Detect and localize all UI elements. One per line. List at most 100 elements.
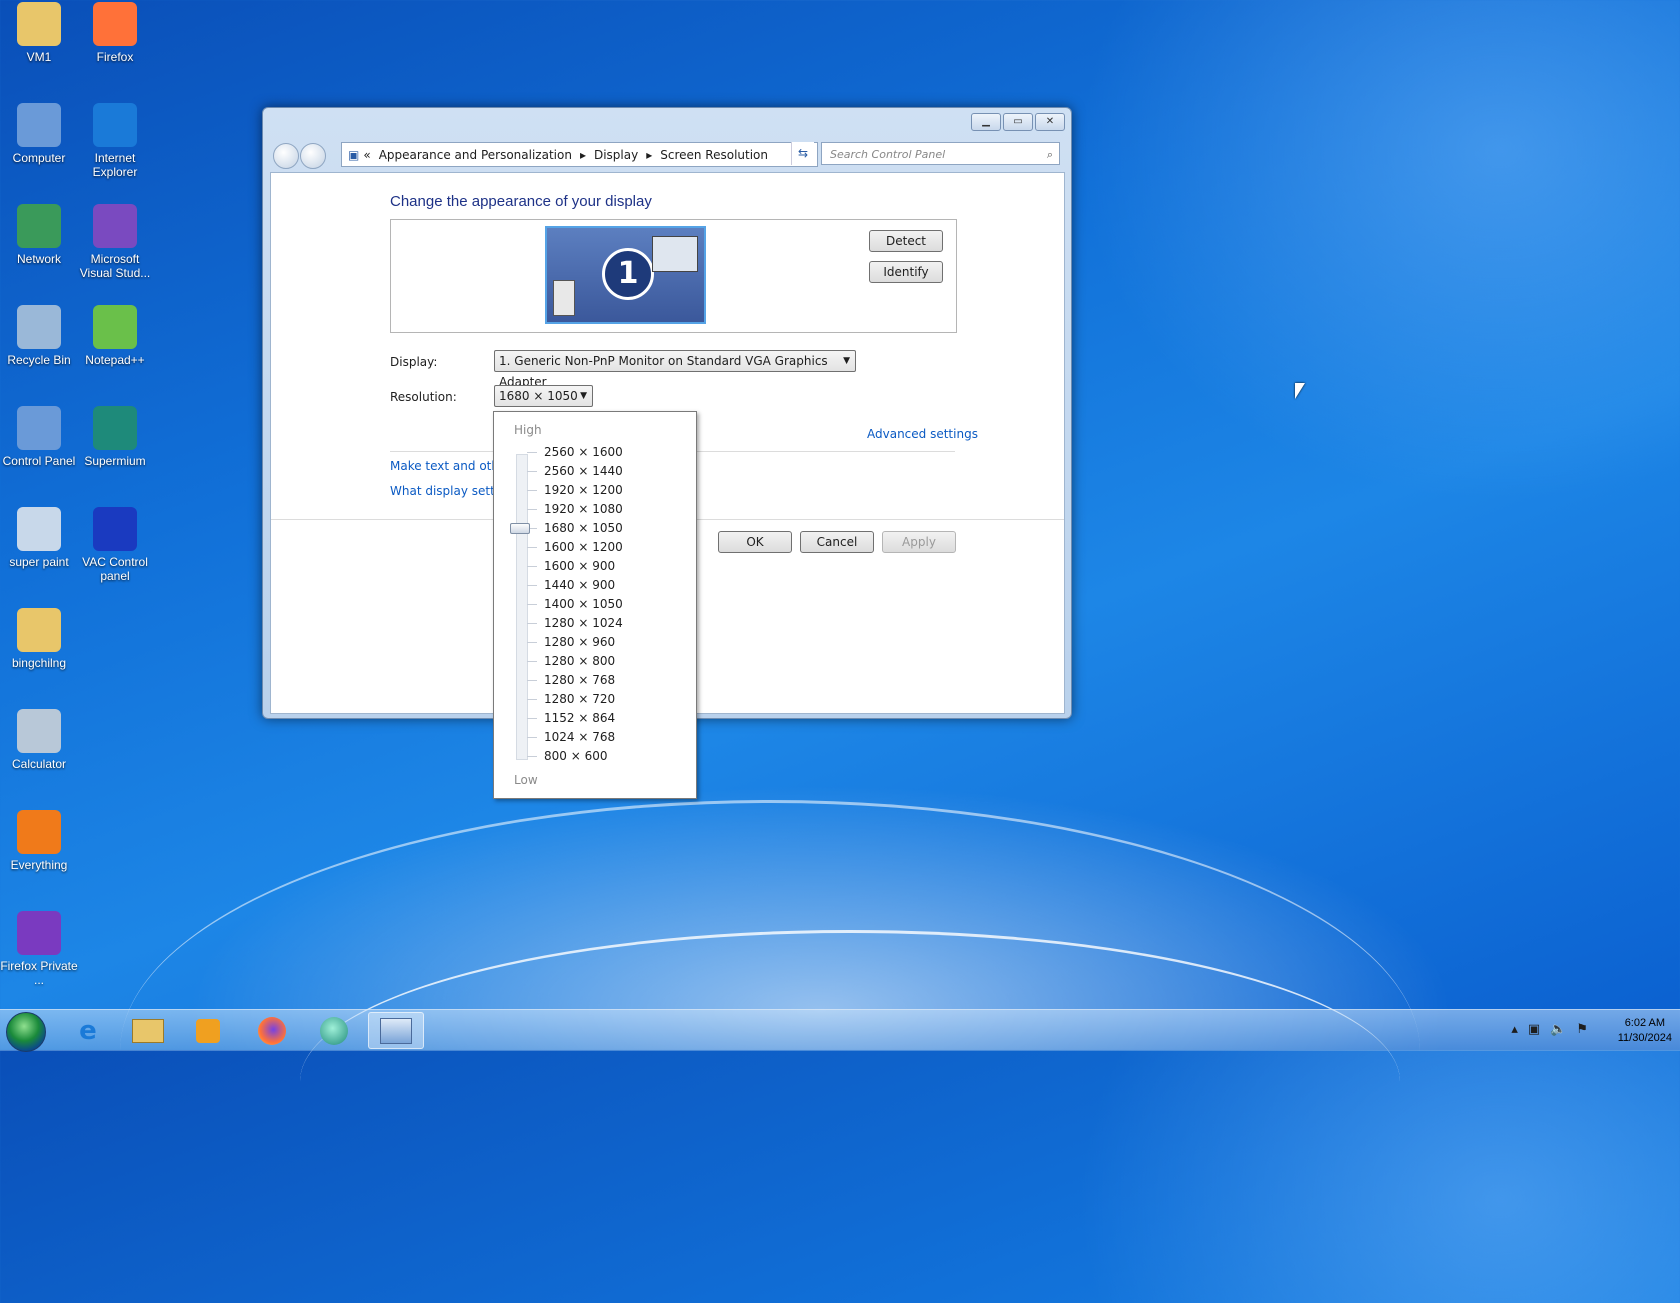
resolution-label: Resolution: bbox=[390, 390, 457, 404]
high-label: High bbox=[514, 423, 542, 437]
identify-button[interactable]: Identify bbox=[869, 261, 943, 283]
slider-tick bbox=[527, 623, 537, 624]
screen-icon bbox=[652, 236, 698, 272]
network-tray-icon[interactable]: ▣ bbox=[1528, 1022, 1540, 1037]
slider-tick bbox=[527, 452, 537, 453]
address-bar[interactable]: ▣ « Appearance and Personalization ▸ Dis… bbox=[341, 142, 818, 167]
supermium-icon bbox=[93, 406, 137, 450]
breadcrumb-appearance[interactable]: Appearance and Personalization bbox=[379, 148, 572, 162]
display-select[interactable]: 1. Generic Non-PnP Monitor on Standard V… bbox=[494, 350, 856, 389]
desktop-icon-network[interactable]: Network bbox=[0, 204, 78, 266]
folder-user-icon bbox=[17, 2, 61, 46]
resolution-option[interactable]: 2560 × 1600 bbox=[544, 443, 623, 462]
taskbar-file-explorer[interactable] bbox=[120, 1012, 176, 1049]
desktop-icon-internet-explorer[interactable]: Internet Explorer bbox=[76, 103, 154, 179]
desktop-icon-label: Firefox bbox=[96, 50, 134, 64]
desktop-icon-everything[interactable]: Everything bbox=[0, 810, 78, 872]
minimize-icon[interactable]: ▁ bbox=[971, 113, 1001, 131]
page-title: Change the appearance of your display bbox=[390, 193, 652, 210]
clock[interactable]: 6:02 AM 11/30/2024 bbox=[1618, 1016, 1672, 1046]
taskbar-firefox[interactable] bbox=[244, 1012, 300, 1049]
slider-tick bbox=[527, 585, 537, 586]
resolution-option[interactable]: 1280 × 768 bbox=[544, 671, 623, 690]
desktop-icon-calculator[interactable]: Calculator bbox=[0, 709, 78, 771]
resolution-option[interactable]: 1920 × 1080 bbox=[544, 500, 623, 519]
resolution-option[interactable]: 1280 × 720 bbox=[544, 690, 623, 709]
visual-studio-icon bbox=[93, 204, 137, 248]
control-panel-icon bbox=[380, 1017, 412, 1044]
desktop-icon-firefox-private[interactable]: Firefox Private ... bbox=[0, 911, 78, 987]
resolution-option[interactable]: 1280 × 960 bbox=[544, 633, 623, 652]
start-button[interactable] bbox=[6, 1012, 46, 1052]
desktop-icon-firefox[interactable]: Firefox bbox=[76, 2, 154, 64]
resolution-option[interactable]: 1400 × 1050 bbox=[544, 595, 623, 614]
desktop-icon-control-panel[interactable]: Control Panel bbox=[0, 406, 78, 468]
resolution-slider-track[interactable] bbox=[516, 454, 528, 760]
back-button[interactable] bbox=[273, 143, 299, 169]
desktop-icon-folder[interactable]: bingchilng bbox=[0, 608, 78, 670]
supermium-icon bbox=[320, 1016, 348, 1045]
search-input[interactable]: Search Control Panel ⌕ bbox=[821, 142, 1060, 165]
breadcrumb-display[interactable]: Display bbox=[594, 148, 638, 162]
desktop-icon-folder-user[interactable]: VM1 bbox=[0, 2, 78, 64]
refresh-icon[interactable]: ⇆ bbox=[791, 142, 814, 165]
tower-icon bbox=[553, 280, 575, 316]
control-panel-icon bbox=[17, 406, 61, 450]
resolution-option[interactable]: 1920 × 1200 bbox=[544, 481, 623, 500]
desktop-icon-label: Internet Explorer bbox=[92, 151, 138, 179]
show-hidden-icons-icon[interactable]: ▴ bbox=[1511, 1022, 1518, 1037]
desktop-icon-label: bingchilng bbox=[11, 656, 67, 670]
resolution-option[interactable]: 1280 × 800 bbox=[544, 652, 623, 671]
resolution-option[interactable]: 1440 × 900 bbox=[544, 576, 623, 595]
volume-icon[interactable]: 🔈 bbox=[1550, 1022, 1566, 1037]
cancel-button[interactable]: Cancel bbox=[800, 531, 874, 553]
taskbar-media-player[interactable] bbox=[180, 1012, 236, 1049]
desktop-icon-recycle-bin[interactable]: Recycle Bin bbox=[0, 305, 78, 367]
slider-tick bbox=[527, 756, 537, 757]
resolution-option[interactable]: 2560 × 1440 bbox=[544, 462, 623, 481]
slider-tick bbox=[527, 566, 537, 567]
ok-button[interactable]: OK bbox=[718, 531, 792, 553]
resolution-select[interactable]: 1680 × 1050 ▼ bbox=[494, 385, 593, 407]
apply-button[interactable]: Apply bbox=[882, 531, 956, 553]
desktop-icon-label: VM1 bbox=[26, 50, 52, 64]
close-icon[interactable]: ✕ bbox=[1035, 113, 1065, 131]
slider-tick bbox=[527, 604, 537, 605]
action-center-flag-icon[interactable]: ⚑ bbox=[1576, 1022, 1588, 1037]
clock-time: 6:02 AM bbox=[1624, 1017, 1666, 1029]
desktop-icon-computer[interactable]: Computer bbox=[0, 103, 78, 165]
desktop-icon-super-paint[interactable]: super paint bbox=[0, 507, 78, 569]
breadcrumb-screen-resolution[interactable]: Screen Resolution bbox=[660, 148, 768, 162]
super-paint-icon bbox=[17, 507, 61, 551]
desktop-icon-vac-control[interactable]: VAC Control panel bbox=[76, 507, 154, 583]
slider-tick bbox=[527, 642, 537, 643]
monitor-icon[interactable]: 1 bbox=[545, 226, 706, 324]
desktop-icon-label: Computer bbox=[12, 151, 66, 165]
taskbar-supermium[interactable] bbox=[306, 1012, 362, 1049]
desktop-icon-label: Calculator bbox=[11, 757, 67, 771]
notepadpp-icon bbox=[93, 305, 137, 349]
taskbar-control-panel[interactable] bbox=[368, 1012, 424, 1049]
detect-button[interactable]: Detect bbox=[869, 230, 943, 252]
resolution-option[interactable]: 1024 × 768 bbox=[544, 728, 623, 747]
resolution-option[interactable]: 800 × 600 bbox=[544, 747, 623, 766]
resolution-option[interactable]: 1152 × 864 bbox=[544, 709, 623, 728]
taskbar-internet-explorer[interactable]: e bbox=[60, 1012, 116, 1049]
breadcrumb-prefix[interactable]: « bbox=[363, 148, 370, 162]
resolution-option[interactable]: 1600 × 900 bbox=[544, 557, 623, 576]
desktop-icon-label: Network bbox=[16, 252, 61, 266]
desktop-icon-notepadpp[interactable]: Notepad++ bbox=[76, 305, 154, 367]
resolution-option[interactable]: 1280 × 1024 bbox=[544, 614, 623, 633]
resolution-option[interactable]: 1600 × 1200 bbox=[544, 538, 623, 557]
advanced-settings-link[interactable]: Advanced settings bbox=[867, 427, 978, 441]
resolution-slider-thumb[interactable] bbox=[510, 523, 530, 534]
slider-tick bbox=[527, 471, 537, 472]
desktop-icon-visual-studio[interactable]: Microsoft Visual Stud... bbox=[76, 204, 154, 280]
media-player-icon bbox=[196, 1018, 220, 1043]
maximize-icon[interactable]: ▭ bbox=[1003, 113, 1033, 131]
resolution-option[interactable]: 1680 × 1050 bbox=[544, 519, 623, 538]
forward-button[interactable] bbox=[300, 143, 326, 169]
slider-tick bbox=[527, 547, 537, 548]
desktop-icon-supermium[interactable]: Supermium bbox=[76, 406, 154, 468]
search-icon[interactable]: ⌕ bbox=[1047, 143, 1053, 166]
